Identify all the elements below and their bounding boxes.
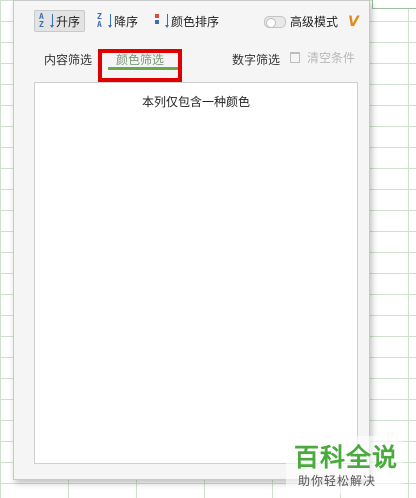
advanced-mode-label: 高级模式 [290, 15, 339, 29]
watermark-subtitle: 助你轻松解决 [298, 474, 377, 488]
single-color-message: 本列仅包含一种颜色 [141, 95, 250, 109]
clear-conditions-label: 清空条件 [307, 51, 356, 65]
watermark-title: 百科全说 [294, 443, 399, 472]
sort-descending-icon: Z A [97, 13, 113, 29]
advanced-mode-toggle[interactable]: 高级模式 V [264, 13, 359, 30]
spreadsheet-cell[interactable] [372, 0, 416, 9]
annotation-highlight-box [98, 49, 182, 82]
sort-ascending-label: 升序 [56, 14, 81, 29]
tab-number-filter[interactable]: 数字筛选 [232, 51, 280, 68]
color-sort-icon [154, 13, 170, 29]
watermark: 百科全说 助你轻松解决 [286, 436, 402, 494]
vip-icon: V [348, 13, 359, 30]
tab-content-filter[interactable]: 内容筛选 [44, 51, 92, 68]
toggle-switch-icon[interactable] [264, 15, 286, 28]
sort-descending-button[interactable]: Z A 降序 [93, 10, 142, 32]
sort-ascending-icon: A Z [39, 13, 54, 29]
color-sort-label: 颜色排序 [171, 14, 220, 29]
color-sort-button[interactable]: 颜色排序 [150, 10, 223, 32]
trash-icon [290, 52, 300, 63]
filter-panel: A Z 升序 Z A 降序 颜色排序 高级模式 V 内容筛选 颜色筛选 数字筛选… [13, 0, 370, 480]
sort-descending-label: 降序 [114, 14, 139, 29]
sort-ascending-button[interactable]: A Z 升序 [34, 10, 86, 32]
color-list-area[interactable]: 本列仅包含一种颜色 [34, 82, 358, 464]
filter-tabs: 内容筛选 颜色筛选 数字筛选 清空条件 [14, 45, 369, 82]
clear-conditions-button[interactable]: 清空条件 [290, 49, 355, 66]
